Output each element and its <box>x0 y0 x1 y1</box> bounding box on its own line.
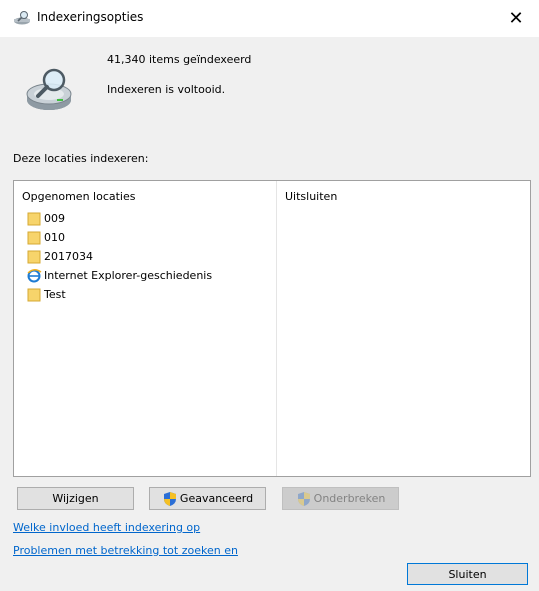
pause-button-label: Onderbreken <box>313 492 386 505</box>
advanced-button-label: Geavanceerd <box>179 492 254 505</box>
folder-icon <box>27 288 41 301</box>
uac-shield-icon <box>297 491 310 506</box>
excluded-column-header: Uitsluiten <box>285 190 338 203</box>
folder-icon <box>27 250 41 263</box>
modify-button[interactable]: Wijzigen <box>17 487 134 510</box>
included-column-header: Opgenomen locaties <box>22 190 136 203</box>
close-button-label: Sluiten <box>448 567 487 581</box>
pause-button[interactable]: Onderbreken <box>282 487 399 510</box>
location-label: 009 <box>44 212 65 225</box>
location-item-009[interactable]: 009 <box>27 209 212 228</box>
included-locations: 009 010 2017034 Internet Explorer-geschi… <box>27 209 212 304</box>
location-label: 2017034 <box>44 250 93 263</box>
folder-icon <box>27 231 41 244</box>
location-item-ie-history[interactable]: Internet Explorer-geschiedenis <box>27 266 212 285</box>
location-label: Test <box>44 288 66 301</box>
uac-shield-icon <box>163 491 176 506</box>
included-column: Opgenomen locaties 009 010 2017034 Inter… <box>14 181 277 476</box>
folder-icon <box>27 212 41 225</box>
locations-list[interactable]: Opgenomen locaties 009 010 2017034 Inter… <box>13 180 531 477</box>
indexing-status: Indexeren is voltooid. <box>107 83 226 96</box>
internet-explorer-icon <box>27 268 42 282</box>
window-title: Indexeringsopties <box>37 10 144 24</box>
indexed-count: 41,340 items geïndexeerd <box>107 53 252 66</box>
location-item-test[interactable]: Test <box>27 285 212 304</box>
indexing-options-icon <box>14 11 30 25</box>
location-item-010[interactable]: 010 <box>27 228 212 247</box>
modify-button-label: Wijzigen <box>52 492 99 505</box>
excluded-column: Uitsluiten <box>277 181 530 476</box>
troubleshoot-search-link[interactable]: Problemen met betrekking tot zoeken en <box>13 544 238 557</box>
close-window-button[interactable]: ✕ <box>493 0 539 36</box>
advanced-button[interactable]: Geavanceerd <box>149 487 266 510</box>
indexing-drive-icon <box>26 68 72 110</box>
close-button[interactable]: Sluiten <box>407 563 528 585</box>
title-bar: Indexeringsopties ✕ <box>0 0 539 37</box>
location-label: 010 <box>44 231 65 244</box>
location-item-2017034[interactable]: 2017034 <box>27 247 212 266</box>
location-label: Internet Explorer-geschiedenis <box>44 269 213 282</box>
section-label: Deze locaties indexeren: <box>13 152 149 165</box>
close-icon: ✕ <box>508 7 524 29</box>
indexing-influence-link[interactable]: Welke invloed heeft indexering op <box>13 521 200 534</box>
